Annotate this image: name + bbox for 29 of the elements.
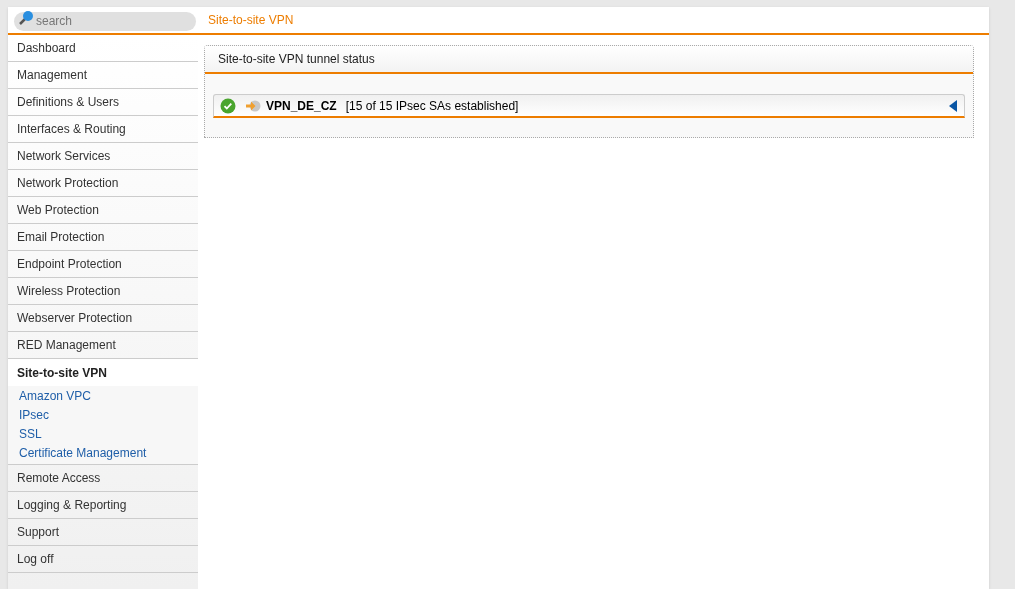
sidebar-item[interactable]: Logging & Reporting bbox=[8, 492, 198, 519]
sidebar-item[interactable]: Interfaces & Routing bbox=[8, 116, 198, 143]
sidebar-subitem[interactable]: Amazon VPC bbox=[19, 386, 92, 405]
breadcrumb: Site-to-site VPN bbox=[208, 12, 294, 29]
sidebar-item[interactable]: Webserver Protection bbox=[8, 305, 198, 332]
sidebar-item[interactable]: Endpoint Protection bbox=[8, 251, 198, 278]
sidebar-item[interactable]: Management bbox=[8, 62, 198, 89]
sidebar-item[interactable]: Web Protection bbox=[8, 197, 198, 224]
tunnel-arrow-icon bbox=[245, 99, 261, 112]
sidebar-subitem[interactable]: SSL bbox=[19, 424, 42, 443]
tunnel-row[interactable]: VPN_DE_CZ [15 of 15 IPsec SAs established] bbox=[213, 94, 965, 118]
tunnel-status: [15 of 15 IPsec SAs established] bbox=[345, 97, 519, 115]
sidebar-item[interactable]: Remote Access bbox=[8, 465, 198, 492]
sidebar-item[interactable]: Dashboard bbox=[8, 35, 198, 62]
sidebar-item[interactable]: Support bbox=[8, 519, 198, 546]
sidebar-item[interactable]: Definitions & Users bbox=[8, 89, 198, 116]
sidebar-subitem[interactable]: Certificate Management bbox=[19, 443, 147, 462]
expand-arrow-icon[interactable] bbox=[949, 99, 957, 112]
tunnel-name: VPN_DE_CZ bbox=[266, 97, 337, 115]
sidebar-item[interactable]: Log off bbox=[8, 546, 198, 573]
search-field[interactable]: search bbox=[14, 11, 196, 31]
sidebar-item[interactable]: Network Services bbox=[8, 143, 198, 170]
sidebar-item[interactable]: Wireless Protection bbox=[8, 278, 198, 305]
sidebar-item[interactable]: Network Protection bbox=[8, 170, 198, 197]
sidebar-subitem[interactable]: IPsec bbox=[19, 405, 49, 424]
sidebar-item[interactable]: Email Protection bbox=[8, 224, 198, 251]
panel-title: Site-to-site VPN tunnel status bbox=[218, 51, 375, 68]
search-icon bbox=[18, 10, 34, 26]
sidebar-item[interactable]: Site-to-site VPN bbox=[8, 359, 198, 386]
